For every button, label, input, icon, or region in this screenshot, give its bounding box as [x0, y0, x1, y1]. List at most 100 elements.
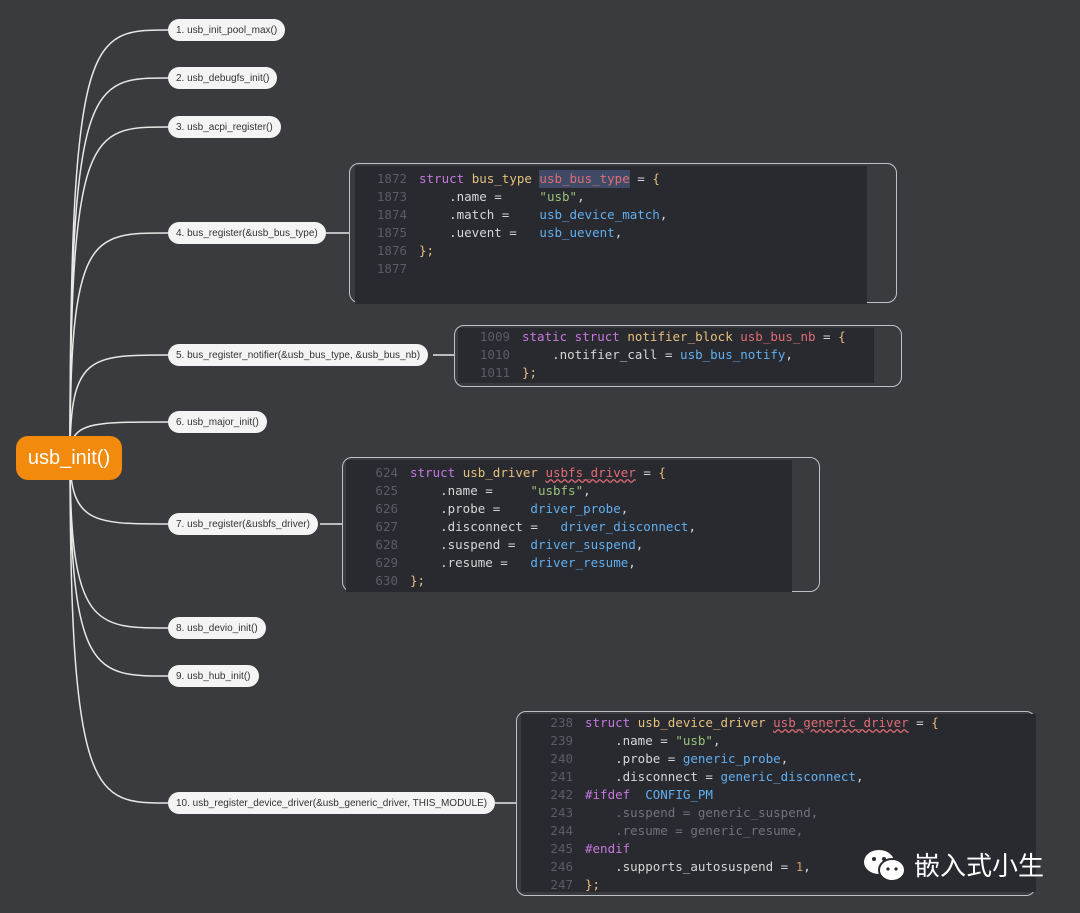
line-number: 244: [550, 823, 573, 838]
line-number: 1874: [376, 207, 407, 222]
branch-node-6[interactable]: 6. usb_major_init(): [168, 411, 267, 433]
watermark-text: 嵌入式小生: [914, 851, 1045, 881]
line-number: 1010: [479, 347, 510, 362]
code-token: "usbfs": [530, 483, 584, 498]
code-token: {: [838, 329, 846, 344]
code-token: .resume = generic_resume,: [585, 823, 804, 838]
code-token: usb_device_driver: [637, 715, 774, 730]
line-number: 1875: [376, 225, 407, 240]
code-token: struct: [419, 171, 472, 186]
line-number: 625: [375, 483, 398, 498]
line-number: 243: [550, 805, 573, 820]
line-number: 245: [550, 841, 573, 856]
code-token: .disconnect =: [585, 769, 721, 784]
code-token: {: [658, 465, 666, 480]
branch-link-10: [69, 455, 169, 804]
line-number: 630: [375, 573, 398, 588]
branch-node-10[interactable]: 10. usb_register_device_driver(&usb_gene…: [168, 792, 496, 814]
code-token: notifier_block: [627, 329, 741, 344]
code-line: 240 .probe = generic_probe,: [521, 750, 1036, 768]
code-line: 244 .resume = generic_resume,: [521, 822, 1036, 840]
code-token: .probe =: [410, 501, 531, 516]
branch-node-7[interactable]: 7. usb_register(&usbfs_driver): [168, 513, 318, 535]
code-token: 1: [795, 859, 804, 874]
code-token: .name =: [419, 189, 540, 204]
code-token: ,: [620, 501, 629, 516]
branch-link-1: [69, 29, 169, 457]
code-token: driver_suspend: [530, 537, 636, 552]
code-token: CONFIG_PM: [645, 787, 713, 802]
code-token: .disconnect =: [410, 519, 561, 534]
code-token: .name =: [410, 483, 531, 498]
code-token: .resume =: [410, 555, 531, 570]
code-token: ,: [583, 483, 591, 498]
code-token: ,: [614, 225, 623, 240]
code-token: usb_device_match: [539, 207, 660, 222]
code-token: =: [908, 715, 932, 730]
code-token: usb_uevent: [539, 225, 615, 240]
branch-node-3[interactable]: 3. usb_acpi_register(): [168, 116, 281, 138]
code-token: ,: [577, 189, 585, 204]
root-node[interactable]: usb_init(): [16, 436, 122, 480]
line-number: 240: [550, 751, 573, 766]
code-token: #endif: [585, 841, 631, 856]
code-token: };: [522, 365, 538, 380]
branch-node-5[interactable]: 5. bus_register_notifier(&usb_bus_type, …: [168, 344, 429, 366]
code-line: 1876};: [355, 242, 867, 260]
code-editor: 1009 static struct notifier_block usb_bus…: [458, 328, 874, 383]
code-token: struct: [585, 715, 638, 730]
code-token: usbfs_driver: [545, 465, 636, 480]
branch-node-1[interactable]: 1. usb_init_pool_max(): [168, 19, 286, 41]
code-line: 624 struct usb_driver usbfs_driver = {: [346, 464, 792, 482]
code-token: .name =: [585, 733, 676, 748]
line-number: 1876: [376, 243, 407, 258]
code-line: 628 .suspend = driver_suspend,: [346, 536, 792, 554]
code-token: usb_generic_driver: [773, 715, 909, 730]
code-token: {: [931, 715, 939, 730]
line-number: 241: [550, 769, 573, 784]
code-token: #ifdef: [585, 787, 646, 802]
code-line: 1875 .uevent = usb_uevent,: [355, 224, 867, 242]
line-number: 242: [550, 787, 573, 802]
branch-node-2[interactable]: 2. usb_debugfs_init(): [168, 67, 278, 89]
branch-node-4[interactable]: 4. bus_register(&usb_bus_type): [168, 222, 326, 244]
line-number: 629: [375, 555, 398, 570]
line-number: 238: [550, 715, 573, 730]
line-number: 246: [550, 859, 573, 874]
line-number: 239: [550, 733, 573, 748]
code-token: ,: [780, 751, 789, 766]
line-number: 1009: [479, 329, 510, 344]
code-token: driver_disconnect: [560, 519, 689, 534]
branch-node-9[interactable]: 9. usb_hub_init(): [168, 665, 259, 687]
line-number: 624: [375, 465, 398, 480]
code-token: usb_bus_notify: [680, 347, 786, 362]
code-token: ,: [688, 519, 696, 534]
code-token: usb_driver: [462, 465, 546, 480]
code-line: 626 .probe = driver_probe,: [346, 500, 792, 518]
wechat-icon: [864, 849, 906, 882]
line-number: 628: [375, 537, 398, 552]
code-line: 629 .resume = driver_resume,: [346, 554, 792, 572]
line-number: 626: [375, 501, 398, 516]
line-number: 627: [375, 519, 398, 534]
line-number: 247: [550, 877, 573, 892]
branch-link-3: [69, 126, 169, 457]
code-token: "usb": [675, 733, 713, 748]
code-token: };: [410, 573, 426, 588]
code-line: 1011};: [458, 364, 874, 382]
code-block-usbfs-driver: 624 struct usb_driver usbfs_driver = {625…: [342, 457, 820, 592]
branch-node-8[interactable]: 8. usb_devio_init(): [168, 617, 266, 639]
code-token: .probe =: [585, 751, 683, 766]
code-token: ,: [628, 555, 636, 570]
line-number: 1873: [376, 189, 407, 204]
branch-link-2: [69, 77, 169, 457]
code-line: 241 .disconnect = generic_disconnect,: [521, 768, 1036, 786]
line-number: 1877: [376, 261, 407, 276]
code-token: {: [652, 171, 660, 186]
code-line: 1874 .match = usb_device_match,: [355, 206, 867, 224]
line-number: 1011: [479, 365, 510, 380]
code-token: generic_disconnect: [720, 769, 856, 784]
branch-link-8: [69, 455, 169, 629]
code-token: };: [419, 243, 435, 258]
code-line: 1009 static struct notifier_block usb_bus…: [458, 328, 874, 346]
